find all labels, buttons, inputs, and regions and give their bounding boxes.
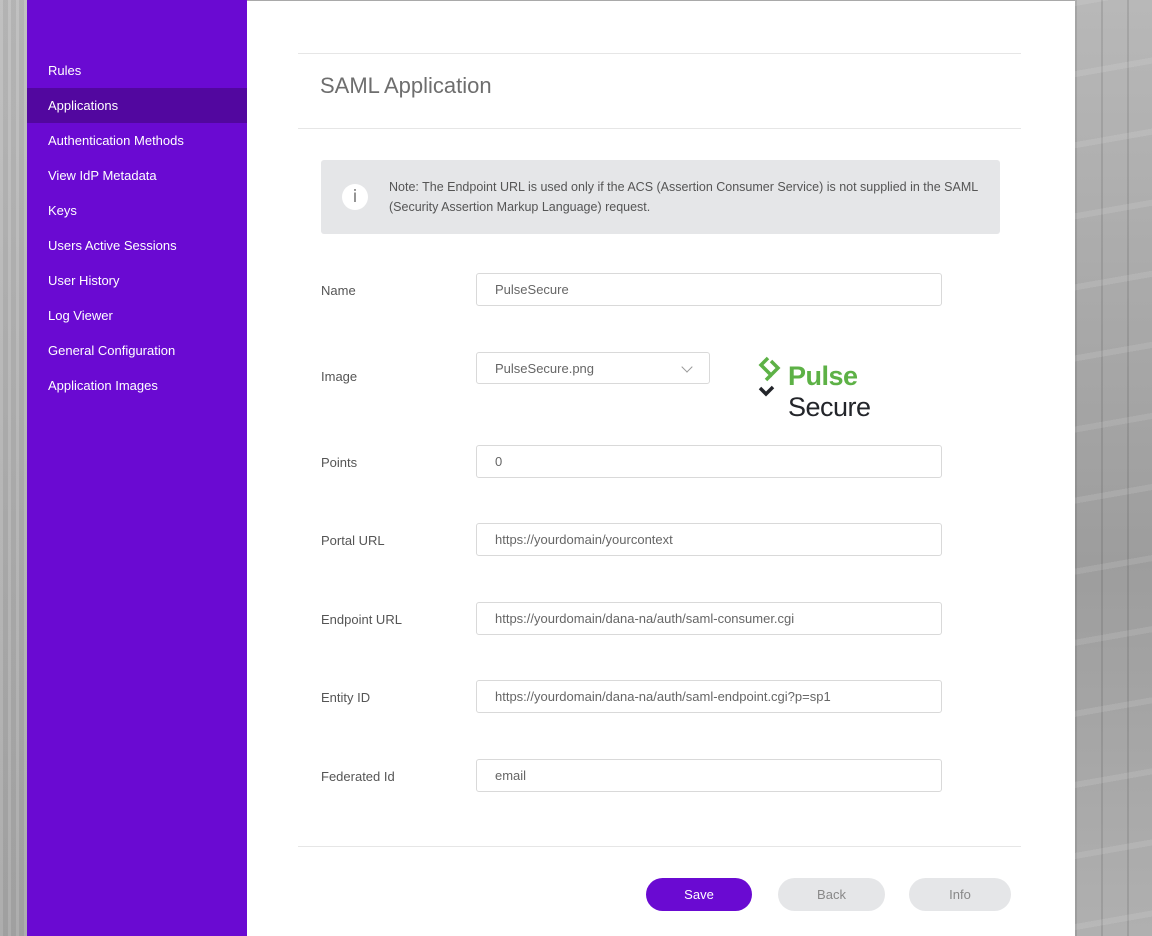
federated-id-input[interactable]: email (476, 759, 942, 792)
name-input[interactable]: PulseSecure (476, 273, 942, 306)
info-button[interactable]: Info (909, 878, 1011, 911)
sidebar-item-applications[interactable]: Applications (27, 88, 264, 123)
image-select[interactable]: PulseSecure.png (476, 352, 710, 384)
image-label: Image (321, 369, 358, 384)
divider (298, 846, 1021, 847)
sidebar-item-application-images[interactable]: Application Images (27, 368, 247, 403)
background-image-left (0, 0, 27, 936)
image-preview-logo: Pulse Secure (757, 355, 933, 422)
entity-id-label: Entity ID (321, 690, 371, 705)
divider (298, 53, 1021, 54)
portal-url-input[interactable]: https://yourdomain/yourcontext (476, 523, 942, 556)
sidebar-item-general-configuration[interactable]: General Configuration (27, 333, 247, 368)
image-select-value: PulseSecure.png (495, 361, 595, 376)
save-button[interactable]: Save (646, 878, 752, 911)
endpoint-url-input[interactable]: https://yourdomain/dana-na/auth/saml-con… (476, 602, 942, 635)
logo-text: Pulse Secure (788, 361, 871, 422)
page-title: SAML Application (320, 73, 492, 98)
endpoint-url-label: Endpoint URL (321, 612, 402, 627)
info-icon: i (342, 184, 368, 210)
points-label: Points (321, 455, 358, 470)
sidebar-item-users-active-sessions[interactable]: Users Active Sessions (27, 228, 247, 263)
points-input[interactable]: 0 (476, 445, 942, 478)
sidebar-item-authentication-methods[interactable]: Authentication Methods (27, 123, 247, 158)
main-panel: SAML Application i Note: The Endpoint UR… (247, 1, 1075, 936)
sidebar-item-view-idp-metadata[interactable]: View IdP Metadata (27, 158, 247, 193)
federated-id-label: Federated Id (321, 769, 395, 784)
pulse-secure-logo-icon (758, 356, 781, 397)
background-image-right (1075, 0, 1152, 936)
back-button[interactable]: Back (778, 878, 885, 911)
name-label: Name (321, 283, 356, 298)
info-note: i Note: The Endpoint URL is used only if… (321, 160, 1000, 234)
sidebar: Rules Applications Authentication Method… (27, 0, 264, 936)
note-text: Note: The Endpoint URL is used only if t… (389, 180, 978, 214)
portal-url-label: Portal URL (321, 533, 385, 548)
sidebar-item-keys[interactable]: Keys (27, 193, 247, 228)
divider (298, 128, 1021, 129)
chevron-down-icon (681, 361, 693, 373)
sidebar-item-log-viewer[interactable]: Log Viewer (27, 298, 247, 333)
sidebar-item-user-history[interactable]: User History (27, 263, 247, 298)
sidebar-item-rules[interactable]: Rules (27, 53, 247, 88)
sidebar-nav: Rules Applications Authentication Method… (27, 53, 264, 403)
entity-id-input[interactable]: https://yourdomain/dana-na/auth/saml-end… (476, 680, 942, 713)
